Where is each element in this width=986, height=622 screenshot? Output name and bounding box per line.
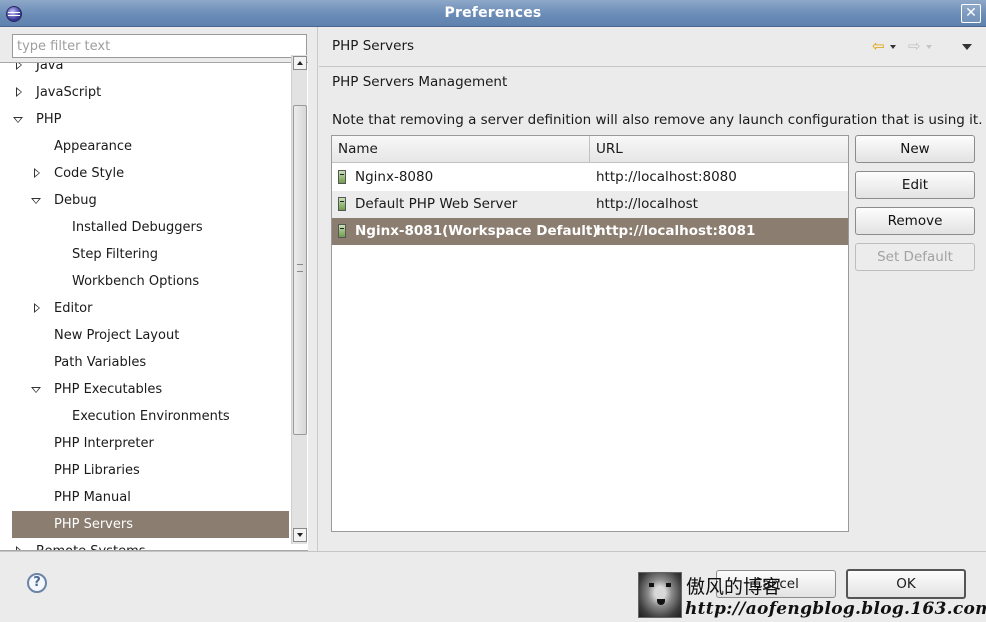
tree-item[interactable]: Step Filtering <box>0 241 290 268</box>
help-icon[interactable]: ? <box>27 573 47 593</box>
tree-item[interactable]: Remote Systems <box>0 538 290 550</box>
tree-item-selected[interactable]: PHP Servers <box>12 511 289 538</box>
tree-item[interactable]: JavaScript <box>0 79 290 106</box>
watermark-title: 傲风的博客 <box>686 576 782 598</box>
preferences-sidebar: Java JavaScript PHP Appearance Code Style Deb… <box>0 27 318 551</box>
scroll-up-icon[interactable] <box>293 56 307 70</box>
table-row[interactable]: Default PHP Web Server http://localhost <box>332 191 848 218</box>
tree-item-label: Workbench Options <box>72 274 200 289</box>
back-dropdown-icon[interactable] <box>890 45 896 49</box>
tree-item[interactable]: PHP Interpreter <box>0 430 290 457</box>
preference-page: PHP Servers ⇦ ⇨ PHP Servers Management N… <box>319 27 986 551</box>
blog-watermark: 傲风的博客 http://aofengblog.blog.163.com <box>636 572 986 622</box>
tree-item-label: Editor <box>54 301 93 316</box>
back-arrow-icon[interactable]: ⇦ <box>872 39 888 54</box>
footer-separator <box>0 551 986 552</box>
view-menu-icon[interactable] <box>962 44 972 50</box>
servers-table[interactable]: Name URL Nginx-8080 http://localhost:808… <box>331 135 849 532</box>
expand-arrow-right-icon[interactable] <box>16 63 22 70</box>
expand-arrow-down-icon[interactable] <box>13 117 23 123</box>
page-navigation: ⇦ ⇨ <box>872 37 972 57</box>
server-url: http://localhost:8080 <box>596 169 737 185</box>
filter-input[interactable] <box>12 34 307 58</box>
tree-item[interactable]: Workbench Options <box>0 268 290 295</box>
removal-note: Note that removing a server definition w… <box>332 112 983 128</box>
new-button[interactable]: New <box>855 135 975 163</box>
tree-item-label: PHP Manual <box>54 490 131 505</box>
expand-arrow-right-icon[interactable] <box>34 303 40 313</box>
server-icon <box>338 170 346 184</box>
scroll-thumb[interactable] <box>293 105 307 435</box>
table-row[interactable]: Nginx-8080 http://localhost:8080 <box>332 164 848 191</box>
tree-item[interactable]: Installed Debuggers <box>0 214 290 241</box>
scroll-down-icon[interactable] <box>293 528 307 542</box>
set-default-button: Set Default <box>855 243 975 271</box>
preferences-tree: Java JavaScript PHP Appearance Code Style Deb… <box>0 62 308 551</box>
tree-item-label: JavaScript <box>36 85 102 100</box>
server-name: Default PHP Web Server <box>355 196 518 212</box>
tree-items: Java JavaScript PHP Appearance Code Style Deb… <box>0 63 290 550</box>
tree-item[interactable]: Path Variables <box>0 349 290 376</box>
column-header-name[interactable]: Name <box>332 136 589 163</box>
watermark-url: http://aofengblog.blog.163.com <box>685 599 986 619</box>
expand-arrow-right-icon[interactable] <box>16 546 22 550</box>
title-separator <box>319 66 986 67</box>
tree-item-label: Path Variables <box>54 355 147 370</box>
tree-item-label: PHP Interpreter <box>54 436 154 451</box>
tree-item-label: Debug <box>54 193 97 208</box>
expand-arrow-right-icon[interactable] <box>34 168 40 178</box>
tree-item-label: PHP Servers <box>54 517 133 532</box>
remove-button[interactable]: Remove <box>855 207 975 235</box>
tree-item[interactable]: Appearance <box>0 133 290 160</box>
tree-item-label: Appearance <box>54 139 133 154</box>
window-title: Preferences <box>444 5 542 21</box>
forward-dropdown-icon <box>926 45 932 49</box>
tree-item[interactable]: PHP <box>0 106 290 133</box>
forward-arrow-icon: ⇨ <box>908 37 921 55</box>
server-name: Nginx-8081(Workspace Default) <box>355 223 599 239</box>
tree-item-label: Code Style <box>54 166 125 181</box>
table-header: Name URL <box>332 136 848 163</box>
tree-item[interactable]: Java <box>0 63 290 79</box>
server-icon <box>338 224 346 238</box>
server-name: Nginx-8080 <box>355 169 434 185</box>
tree-item-label: PHP Libraries <box>54 463 140 478</box>
section-title: PHP Servers Management <box>332 74 508 90</box>
tree-item[interactable]: PHP Manual <box>0 484 290 511</box>
expand-arrow-down-icon[interactable] <box>31 387 41 393</box>
tree-item[interactable]: PHP Executables <box>0 376 290 403</box>
tree-item[interactable]: PHP Libraries <box>0 457 290 484</box>
server-url: http://localhost:8081 <box>596 223 756 239</box>
tree-item-label: PHP <box>36 112 62 127</box>
tree-scrollbar[interactable] <box>291 55 307 544</box>
table-row-selected[interactable]: Nginx-8081(Workspace Default) http://loc… <box>332 218 848 245</box>
tree-item-label: PHP Executables <box>54 382 163 397</box>
tree-item-label: Java <box>36 63 64 73</box>
tree-item-label: Installed Debuggers <box>72 220 203 235</box>
wolf-logo-icon <box>638 572 682 618</box>
tree-item[interactable]: Execution Environments <box>0 403 290 430</box>
column-header-url[interactable]: URL <box>589 136 848 163</box>
tree-item[interactable]: Editor <box>0 295 290 322</box>
tree-item-label: Execution Environments <box>72 409 230 424</box>
server-icon <box>338 197 346 211</box>
tree-item-label: Remote Systems <box>36 538 146 550</box>
tree-item[interactable]: Debug <box>0 187 290 214</box>
edit-button[interactable]: Edit <box>855 171 975 199</box>
tree-item[interactable]: Code Style <box>0 160 290 187</box>
title-bar: Preferences ✕ <box>0 0 986 27</box>
tree-item-label: Step Filtering <box>72 247 159 262</box>
expand-arrow-down-icon[interactable] <box>31 198 41 204</box>
expand-arrow-right-icon[interactable] <box>16 87 22 97</box>
tree-item-label: New Project Layout <box>54 328 180 343</box>
page-title: PHP Servers <box>332 38 415 54</box>
server-url: http://localhost <box>596 196 698 212</box>
close-button[interactable]: ✕ <box>961 4 981 23</box>
tree-item[interactable]: New Project Layout <box>0 322 290 349</box>
